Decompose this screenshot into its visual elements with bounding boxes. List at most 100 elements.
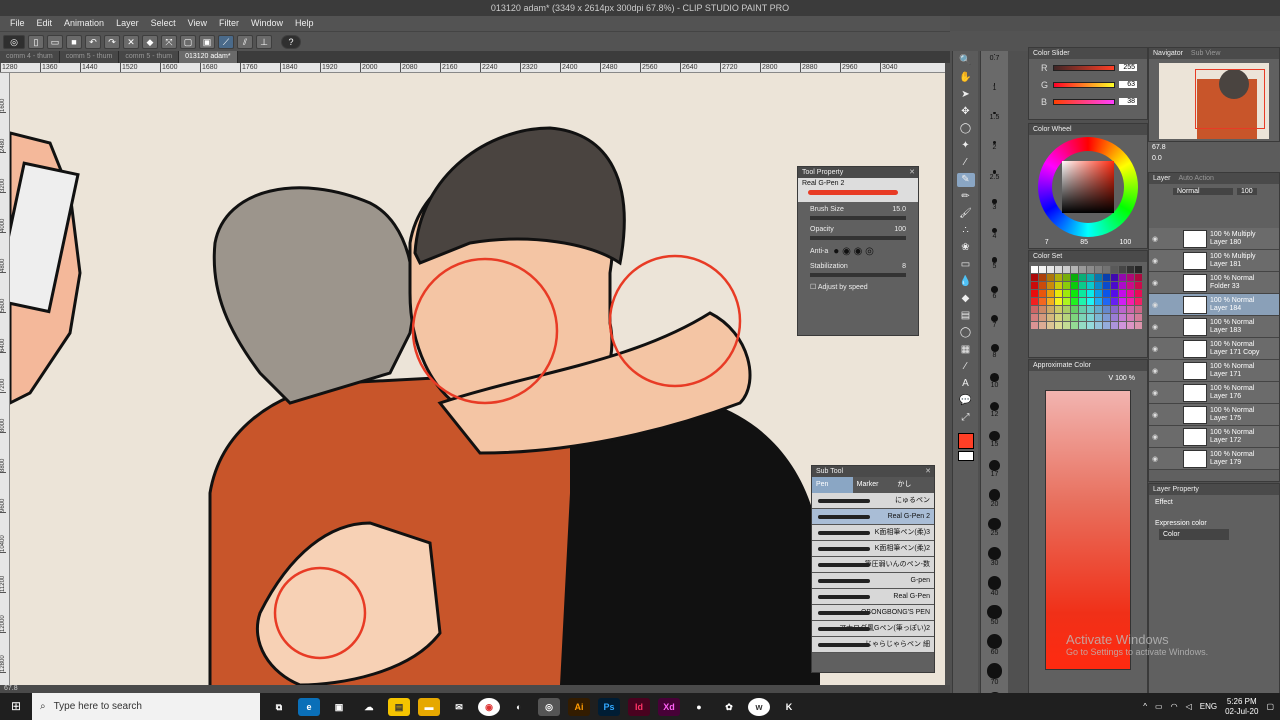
color-swatch[interactable] bbox=[1063, 322, 1070, 329]
windows-start-icon[interactable]: ⊞ bbox=[0, 693, 32, 720]
close-icon[interactable]: ✕ bbox=[925, 466, 931, 477]
brush-size-preset[interactable]: 15 bbox=[981, 431, 1008, 457]
tab-kashi[interactable]: かし bbox=[893, 477, 934, 493]
color-swatch[interactable] bbox=[1135, 314, 1142, 321]
redo-icon[interactable]: ↷ bbox=[104, 34, 120, 49]
color-swatch[interactable] bbox=[1095, 314, 1102, 321]
tab-marker[interactable]: Marker bbox=[853, 477, 894, 493]
brush-size-preset[interactable]: 1 bbox=[981, 83, 1008, 109]
color-swatch[interactable] bbox=[1103, 306, 1110, 313]
color-swatch[interactable] bbox=[1031, 314, 1038, 321]
grid-snap-icon[interactable]: ⊥ bbox=[256, 34, 272, 49]
sub-tool-item[interactable]: にゅるペン bbox=[812, 493, 934, 509]
brush-size-row[interactable]: Brush Size 15.0 bbox=[810, 206, 906, 213]
color-swatch[interactable] bbox=[1055, 306, 1062, 313]
channel-value[interactable]: 255 bbox=[1119, 64, 1137, 71]
brush-size-preset[interactable]: 4 bbox=[981, 228, 1008, 254]
brush-size-value[interactable]: 15.0 bbox=[892, 206, 906, 213]
color-swatch[interactable] bbox=[1039, 306, 1046, 313]
help-icon[interactable]: ? bbox=[281, 34, 301, 49]
eye-icon[interactable]: ◉ bbox=[1149, 235, 1161, 243]
k-app-icon[interactable]: K bbox=[778, 698, 800, 716]
blue-channel[interactable]: B 38 bbox=[1029, 93, 1147, 110]
color-swatch[interactable] bbox=[1135, 274, 1142, 281]
correct-line-icon[interactable]: ⤢ bbox=[957, 411, 975, 425]
brush-size-preset[interactable]: 3 bbox=[981, 199, 1008, 225]
color-swatch[interactable] bbox=[1055, 298, 1062, 305]
extra-app-icon-2[interactable]: ✿ bbox=[718, 698, 740, 716]
layer-row[interactable]: ◉ 100 % Normal Layer 175 bbox=[1149, 404, 1279, 426]
eye-icon[interactable]: ◉ bbox=[1149, 367, 1161, 375]
layer-row[interactable]: ◉ 100 % Normal Layer 183 bbox=[1149, 316, 1279, 338]
color-swatch[interactable] bbox=[1087, 314, 1094, 321]
tab-pen[interactable]: Pen bbox=[812, 477, 853, 493]
color-swatch[interactable] bbox=[1055, 282, 1062, 289]
color-swatch[interactable] bbox=[1119, 282, 1126, 289]
brush-size-preset[interactable]: 1.5 bbox=[981, 112, 1008, 138]
layer-row[interactable]: ◉ 100 % Normal Layer 179 bbox=[1149, 448, 1279, 470]
clear-icon[interactable]: ✕ bbox=[123, 34, 139, 49]
color-swatch[interactable] bbox=[1071, 266, 1078, 273]
color-swatch[interactable] bbox=[1095, 266, 1102, 273]
color-swatch[interactable] bbox=[1079, 298, 1086, 305]
color-swatch[interactable] bbox=[1111, 290, 1118, 297]
color-swatch[interactable] bbox=[1127, 298, 1134, 305]
color-swatch[interactable] bbox=[1111, 322, 1118, 329]
file-explorer-icon[interactable]: ▬ bbox=[418, 697, 440, 716]
color-swatch[interactable] bbox=[1111, 314, 1118, 321]
color-swatch[interactable] bbox=[1135, 306, 1142, 313]
color-swatch[interactable] bbox=[1127, 274, 1134, 281]
operation-icon[interactable]: ➤ bbox=[957, 88, 975, 102]
color-swatch[interactable] bbox=[1135, 290, 1142, 297]
taskbar-search[interactable]: ⌕ Type here to search bbox=[32, 693, 260, 720]
green-channel[interactable]: G 63 bbox=[1029, 76, 1147, 93]
expression-color-select[interactable]: Color bbox=[1159, 529, 1229, 540]
eraser-icon[interactable]: ▭ bbox=[957, 258, 975, 272]
antialias-icon[interactable]: ● ◉ ◉ ◎ bbox=[833, 246, 874, 257]
sub-tool-item[interactable]: OBONGBONG'S PEN bbox=[812, 605, 934, 621]
deselect-icon[interactable]: ▢ bbox=[180, 34, 196, 49]
color-swatch[interactable] bbox=[1127, 306, 1134, 313]
color-swatch[interactable] bbox=[1095, 322, 1102, 329]
color-swatch[interactable] bbox=[1103, 282, 1110, 289]
eye-icon[interactable]: ◉ bbox=[1149, 389, 1161, 397]
menu-help[interactable]: Help bbox=[289, 16, 320, 31]
color-swatch[interactable] bbox=[1079, 290, 1086, 297]
tab-comm5[interactable]: comm 5 - thum bbox=[59, 51, 120, 63]
color-swatch[interactable] bbox=[1135, 282, 1142, 289]
stabilization-row[interactable]: Stabilization 8 bbox=[810, 263, 906, 270]
approx-color-grid[interactable] bbox=[1045, 390, 1131, 670]
new-file-icon[interactable]: ▯ bbox=[28, 34, 44, 49]
color-swatch[interactable] bbox=[1039, 266, 1046, 273]
tray-chevron-icon[interactable]: ^ bbox=[1143, 702, 1147, 711]
eye-icon[interactable]: ◉ bbox=[1149, 433, 1161, 441]
invert-selection-icon[interactable]: ▣ bbox=[199, 34, 215, 49]
brush-size-preset[interactable]: 5 bbox=[981, 257, 1008, 283]
brush-size-preset[interactable]: 50 bbox=[981, 605, 1008, 631]
task-view-icon[interactable]: ⧉ bbox=[268, 698, 290, 716]
channel-value[interactable]: 38 bbox=[1119, 98, 1137, 105]
brush-size-preset[interactable]: 60 bbox=[981, 634, 1008, 660]
color-swatch[interactable] bbox=[1055, 322, 1062, 329]
clock[interactable]: 5:26 PM 02-Jul-20 bbox=[1225, 697, 1258, 717]
blend-mode-select[interactable]: Normal bbox=[1173, 187, 1233, 195]
color-swatch[interactable] bbox=[1031, 266, 1038, 273]
sub-tool-item[interactable]: 筆圧弱いんのペン-数 bbox=[812, 557, 934, 573]
tab-auto-action[interactable]: Auto Action bbox=[1178, 175, 1213, 182]
color-swatch[interactable] bbox=[1063, 266, 1070, 273]
sub-tool-item[interactable]: じゃらじゃらペン 細 bbox=[812, 637, 934, 653]
w-app-icon[interactable]: w bbox=[748, 697, 770, 716]
stabilization-slider[interactable] bbox=[810, 273, 906, 277]
color-swatch[interactable] bbox=[1127, 290, 1134, 297]
sub-tool-item[interactable]: アナログ風Gペン(筆っぽい)2 bbox=[812, 621, 934, 637]
color-swatch[interactable] bbox=[1071, 306, 1078, 313]
color-swatch[interactable] bbox=[1047, 266, 1054, 273]
brush-size-preset[interactable]: 30 bbox=[981, 547, 1008, 573]
brush-size-preset[interactable]: 8 bbox=[981, 344, 1008, 370]
color-swatch[interactable] bbox=[1119, 298, 1126, 305]
ruler-icon[interactable]: ∕ bbox=[957, 360, 975, 374]
brush-size-preset[interactable]: 6 bbox=[981, 286, 1008, 312]
color-swatch[interactable] bbox=[1039, 314, 1046, 321]
color-swatch[interactable] bbox=[1119, 266, 1126, 273]
brush-size-preset[interactable]: 2 bbox=[981, 141, 1008, 167]
